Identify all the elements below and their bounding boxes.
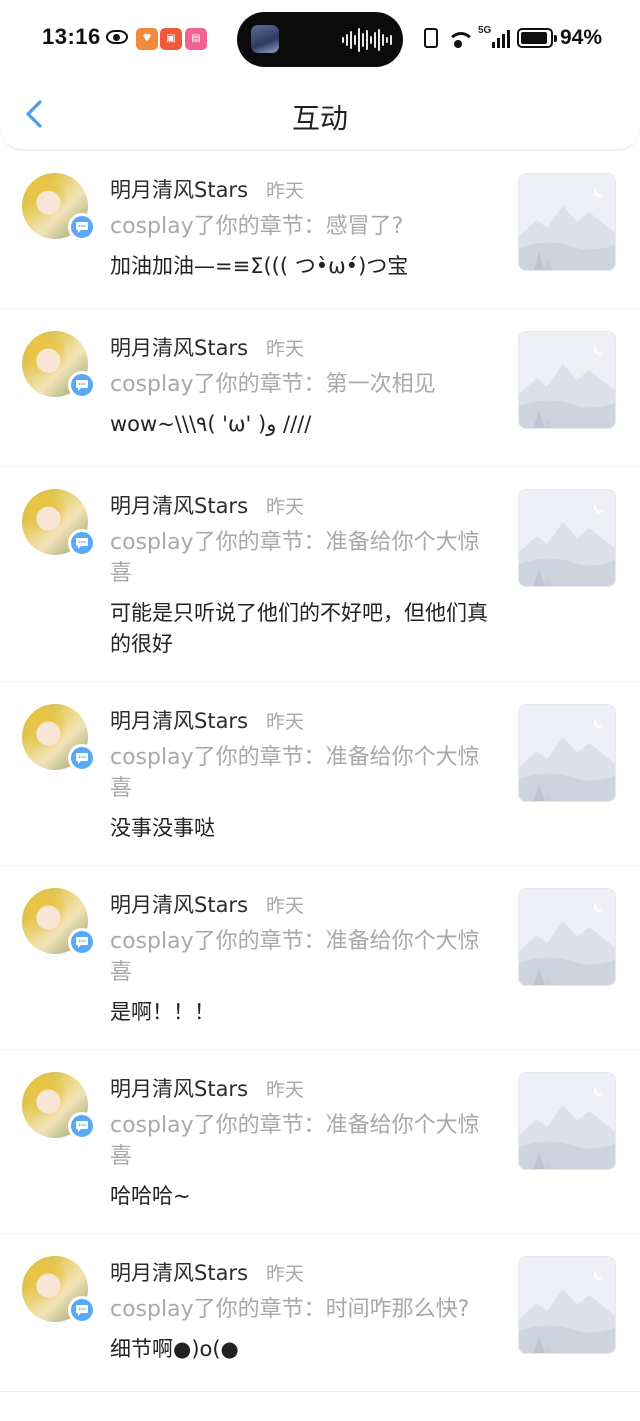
user-name[interactable]: 明月清风Stars bbox=[110, 332, 248, 362]
list-item[interactable]: 明月清风Stars 昨天 cosplay了你的章节：准备给你个大惊喜 可能是只听… bbox=[0, 467, 640, 682]
image-placeholder-icon bbox=[519, 332, 615, 428]
chapter-thumbnail[interactable] bbox=[518, 489, 616, 587]
list-item[interactable]: 明月清风Stars 昨天 cosplay了你的章节：时间咋那么快? 细节啊●)o… bbox=[0, 1234, 640, 1392]
item-text: 明月清风Stars 昨天 cosplay了你的章节：第一次相见 wow~\\\٩… bbox=[110, 331, 490, 440]
chapter-context: cosplay了你的章节：准备给你个大惊喜 bbox=[110, 1113, 480, 1169]
chapter-context: cosplay了你的章节：时间咋那么快? bbox=[110, 1297, 470, 1322]
item-text: 明月清风Stars 昨天 cosplay了你的章节：准备给你个大惊喜 可能是只听… bbox=[110, 489, 490, 660]
chapter-thumbnail[interactable] bbox=[518, 173, 616, 271]
timestamp: 昨天 bbox=[266, 179, 305, 202]
image-placeholder-icon bbox=[519, 705, 615, 801]
page-title: 互动 bbox=[291, 102, 348, 135]
comment-bubble-icon bbox=[68, 1112, 96, 1140]
avatar[interactable] bbox=[22, 888, 96, 956]
avatar[interactable] bbox=[22, 173, 96, 241]
chapter-context: cosplay了你的章节：第一次相见 bbox=[110, 372, 436, 397]
user-name[interactable]: 明月清风Stars bbox=[110, 705, 248, 735]
chapter-thumbnail[interactable] bbox=[518, 331, 616, 429]
eye-icon bbox=[106, 30, 128, 44]
list-item[interactable]: 明月清风Stars 昨天 cosplay了你的章节：感冒了? 加油加油—=≡Σ(… bbox=[0, 151, 640, 309]
user-name[interactable]: 明月清风Stars bbox=[110, 889, 248, 919]
user-name[interactable]: 明月清风Stars bbox=[110, 174, 248, 204]
image-placeholder-icon bbox=[519, 1073, 615, 1169]
reply-text: 可能是只听说了他们的不好吧，但他们真的很好 bbox=[110, 601, 488, 656]
avatar[interactable] bbox=[22, 489, 96, 557]
list-item[interactable]: 明月清风Stars 昨天 cosplay了你的章节：准备给你个大惊喜 哈哈哈~ bbox=[0, 1050, 640, 1234]
app-notification-icon: ♥ bbox=[136, 28, 158, 50]
reply-text: 没事没事哒 bbox=[110, 816, 215, 840]
avatar[interactable] bbox=[22, 1072, 96, 1140]
chapter-thumbnail[interactable] bbox=[518, 1072, 616, 1170]
avatar[interactable] bbox=[22, 704, 96, 772]
chapter-context: cosplay了你的章节：准备给你个大惊喜 bbox=[110, 745, 480, 801]
comment-bubble-icon bbox=[68, 1296, 96, 1324]
reply-text: wow~\\\٩( 'ω' )و //// bbox=[110, 412, 312, 436]
image-placeholder-icon bbox=[519, 1257, 615, 1353]
vibrate-icon bbox=[423, 28, 438, 48]
reply-text: 哈哈哈~ bbox=[110, 1184, 191, 1208]
timestamp: 昨天 bbox=[266, 894, 305, 917]
user-name[interactable]: 明月清风Stars bbox=[110, 1073, 248, 1103]
timestamp: 昨天 bbox=[266, 337, 305, 360]
chapter-thumbnail[interactable] bbox=[518, 704, 616, 802]
list-item[interactable]: 明月清风Stars 昨天 cosplay了你的章节：准备给你个大惊喜 没事没事哒 bbox=[0, 682, 640, 866]
comment-bubble-icon bbox=[68, 529, 96, 557]
chapter-thumbnail[interactable] bbox=[518, 888, 616, 986]
interaction-list[interactable]: 明月清风Stars 昨天 cosplay了你的章节：感冒了? 加油加油—=≡Σ(… bbox=[0, 151, 640, 1421]
chapter-context: cosplay了你的章节：准备给你个大惊喜 bbox=[110, 530, 480, 586]
media-thumbnail bbox=[251, 25, 279, 53]
comment-bubble-icon bbox=[68, 371, 96, 399]
app-notification-icon: ▣ bbox=[160, 28, 182, 50]
nav-bar: 互动 bbox=[0, 78, 640, 150]
image-placeholder-icon bbox=[519, 889, 615, 985]
comment-bubble-icon bbox=[68, 213, 96, 241]
timestamp: 昨天 bbox=[266, 1078, 305, 1101]
timestamp: 昨天 bbox=[266, 1262, 305, 1285]
item-text: 明月清风Stars 昨天 cosplay了你的章节：准备给你个大惊喜 没事没事哒 bbox=[110, 704, 490, 844]
status-indicators: 5G 94% bbox=[423, 24, 602, 52]
app-notification-icon: ▤ bbox=[185, 28, 207, 50]
audio-wave-icon bbox=[342, 27, 392, 53]
battery-percent: 94% bbox=[559, 26, 602, 49]
reply-text: 细节啊●)o(● bbox=[110, 1337, 239, 1361]
avatar[interactable] bbox=[22, 1256, 96, 1324]
chapter-context: cosplay了你的章节：准备给你个大惊喜 bbox=[110, 929, 480, 985]
user-name[interactable]: 明月清风Stars bbox=[110, 1257, 248, 1287]
item-text: 明月清风Stars 昨天 cosplay了你的章节：感冒了? 加油加油—=≡Σ(… bbox=[110, 173, 490, 282]
signal-icon: 5G bbox=[477, 25, 510, 48]
status-bar: 13:16 ♥ ▣ ▤ 5G 94% bbox=[0, 0, 640, 78]
list-item[interactable]: 明月清风Stars 昨天 cosplay了你的章节：准备给你个大惊喜 是啊！！！ bbox=[0, 866, 640, 1050]
chapter-context: cosplay了你的章节：感冒了? bbox=[110, 214, 404, 239]
reply-text: 加油加油—=≡Σ((( つ•̀ω•́)つ宝 bbox=[110, 254, 409, 278]
timestamp: 昨天 bbox=[266, 495, 305, 518]
network-type: 5G bbox=[477, 25, 492, 36]
image-placeholder-icon bbox=[519, 174, 615, 270]
user-name[interactable]: 明月清风Stars bbox=[110, 490, 248, 520]
battery-icon bbox=[516, 28, 557, 48]
timestamp: 昨天 bbox=[266, 710, 305, 733]
chapter-thumbnail[interactable] bbox=[518, 1256, 616, 1354]
item-text: 明月清风Stars 昨天 cosplay了你的章节：准备给你个大惊喜 哈哈哈~ bbox=[110, 1072, 490, 1212]
item-text: 明月清风Stars 昨天 cosplay了你的章节：时间咋那么快? 细节啊●)o… bbox=[110, 1256, 490, 1365]
status-time: 13:16 bbox=[42, 24, 101, 49]
item-text: 明月清风Stars 昨天 cosplay了你的章节：准备给你个大惊喜 是啊！！！ bbox=[110, 888, 490, 1028]
dynamic-island[interactable] bbox=[237, 12, 403, 67]
list-item[interactable]: 明月清风Stars 昨天 cosplay了你的章节：第一次相见 wow~\\\٩… bbox=[0, 309, 640, 467]
avatar[interactable] bbox=[22, 331, 96, 399]
reply-text: 是啊！！！ bbox=[110, 1000, 215, 1024]
comment-bubble-icon bbox=[68, 744, 96, 772]
comment-bubble-icon bbox=[68, 928, 96, 956]
wifi-icon bbox=[445, 28, 475, 48]
image-placeholder-icon bbox=[519, 490, 615, 586]
